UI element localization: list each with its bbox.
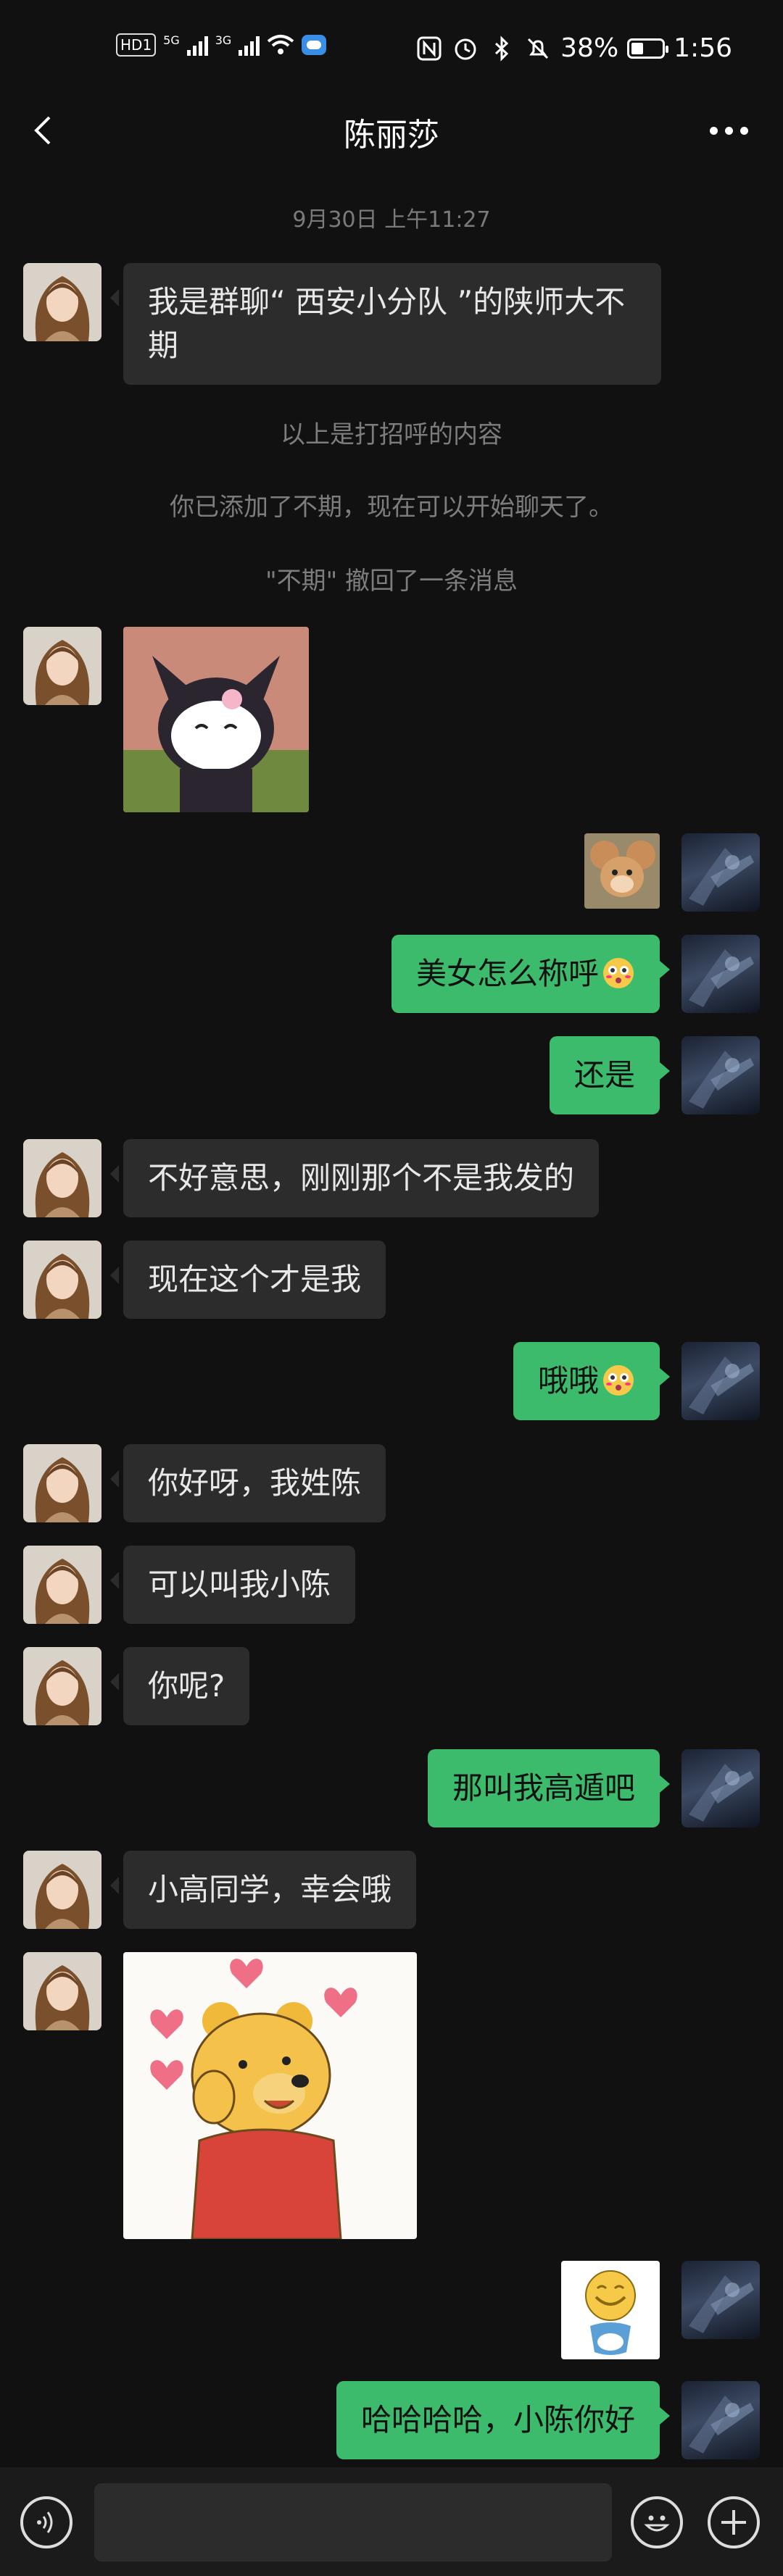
plus-icon[interactable] <box>708 2496 760 2548</box>
my-avatar[interactable] <box>682 935 760 1013</box>
chat-header: 陈丽莎 <box>0 94 783 167</box>
my-avatar[interactable] <box>682 2381 760 2459</box>
alarm-icon <box>455 38 476 59</box>
message-text: 哦哦 <box>537 1363 599 1399</box>
contact-avatar[interactable] <box>23 1851 102 1929</box>
contact-avatar[interactable] <box>23 1139 102 1217</box>
contact-avatar[interactable] <box>23 627 102 705</box>
message-outgoing[interactable]: 还是 <box>549 1036 671 1114</box>
message-outgoing[interactable]: 美女怎么称呼 <box>391 935 671 1013</box>
status-left: HD1 5G 3G <box>116 33 327 57</box>
smiley-face-sticker[interactable] <box>561 2261 660 2359</box>
nfc-icon <box>417 36 442 60</box>
battery-icon <box>627 38 669 59</box>
my-avatar[interactable] <box>682 1342 760 1420</box>
network-label-1: 5G <box>163 33 180 47</box>
wifi-icon <box>268 35 294 54</box>
clock: 1:56 <box>674 33 732 63</box>
status-bar: HD1 5G 3G 38% 1:56 <box>0 0 783 94</box>
chat-title: 陈丽莎 <box>344 117 439 154</box>
message-incoming[interactable]: 你呢? <box>109 1647 250 1725</box>
system-message: "不期" 撤回了一条消息 <box>265 567 518 596</box>
contact-avatar[interactable] <box>23 1647 102 1725</box>
network-label-2: 3G <box>215 33 232 47</box>
flushed-emoji-icon <box>603 958 634 988</box>
message-incoming[interactable]: 现在这个才是我 <box>109 1241 386 1319</box>
signal-icon-2 <box>239 34 260 56</box>
message-input[interactable] <box>94 2483 612 2562</box>
message-text: 美女怎么称呼 <box>415 956 599 991</box>
contact-avatar[interactable] <box>23 1952 102 2030</box>
emoji-icon[interactable] <box>631 2496 683 2548</box>
flushed-emoji-icon <box>603 1365 634 1396</box>
contact-avatar[interactable] <box>23 1444 102 1522</box>
my-avatar[interactable] <box>682 833 760 912</box>
kuromi-sticker[interactable] <box>123 627 309 812</box>
my-avatar[interactable] <box>682 2261 760 2339</box>
more-icon[interactable] <box>703 116 754 145</box>
message-incoming[interactable]: 小高同学，幸会哦 <box>109 1851 417 1929</box>
message-incoming[interactable]: 不好意思，刚刚那个不是我发的 <box>109 1139 600 1217</box>
system-message: 以上是打招呼的内容 <box>281 420 502 449</box>
message-incoming[interactable]: 可以叫我小陈 <box>109 1546 356 1624</box>
system-message: 你已添加了不期，现在可以开始聊天了。 <box>170 493 613 522</box>
timestamp: 9月30日 上午11:27 <box>292 207 491 233</box>
cloud-icon <box>302 35 327 55</box>
battery-percent: 38% <box>560 33 619 63</box>
mute-icon <box>528 38 549 59</box>
signal-icon <box>186 34 208 56</box>
contact-avatar[interactable] <box>23 263 102 341</box>
message-incoming[interactable]: 你好呀，我姓陈 <box>109 1444 386 1522</box>
contact-avatar[interactable] <box>23 1546 102 1624</box>
status-right: 38% 1:56 <box>415 33 732 63</box>
message-outgoing[interactable]: 哦哦 <box>513 1342 671 1420</box>
bluetooth-icon <box>495 35 509 62</box>
voice-icon[interactable] <box>20 2496 72 2548</box>
message-outgoing[interactable]: 哈哈哈哈，小陈你好 <box>336 2381 671 2459</box>
input-bar <box>0 2467 783 2576</box>
contact-avatar[interactable] <box>23 1241 102 1319</box>
my-avatar[interactable] <box>682 1036 760 1114</box>
hd-badge: HD1 <box>116 33 157 57</box>
jerry-mouse-sticker[interactable] <box>584 833 660 909</box>
winnie-the-pooh-sticker[interactable] <box>123 1952 417 2239</box>
my-avatar[interactable] <box>682 1749 760 1827</box>
message-incoming[interactable]: 我是群聊“ 西安小分队 ”的陕师大不期 <box>110 263 661 385</box>
message-outgoing[interactable]: 那叫我高遁吧 <box>427 1749 671 1827</box>
